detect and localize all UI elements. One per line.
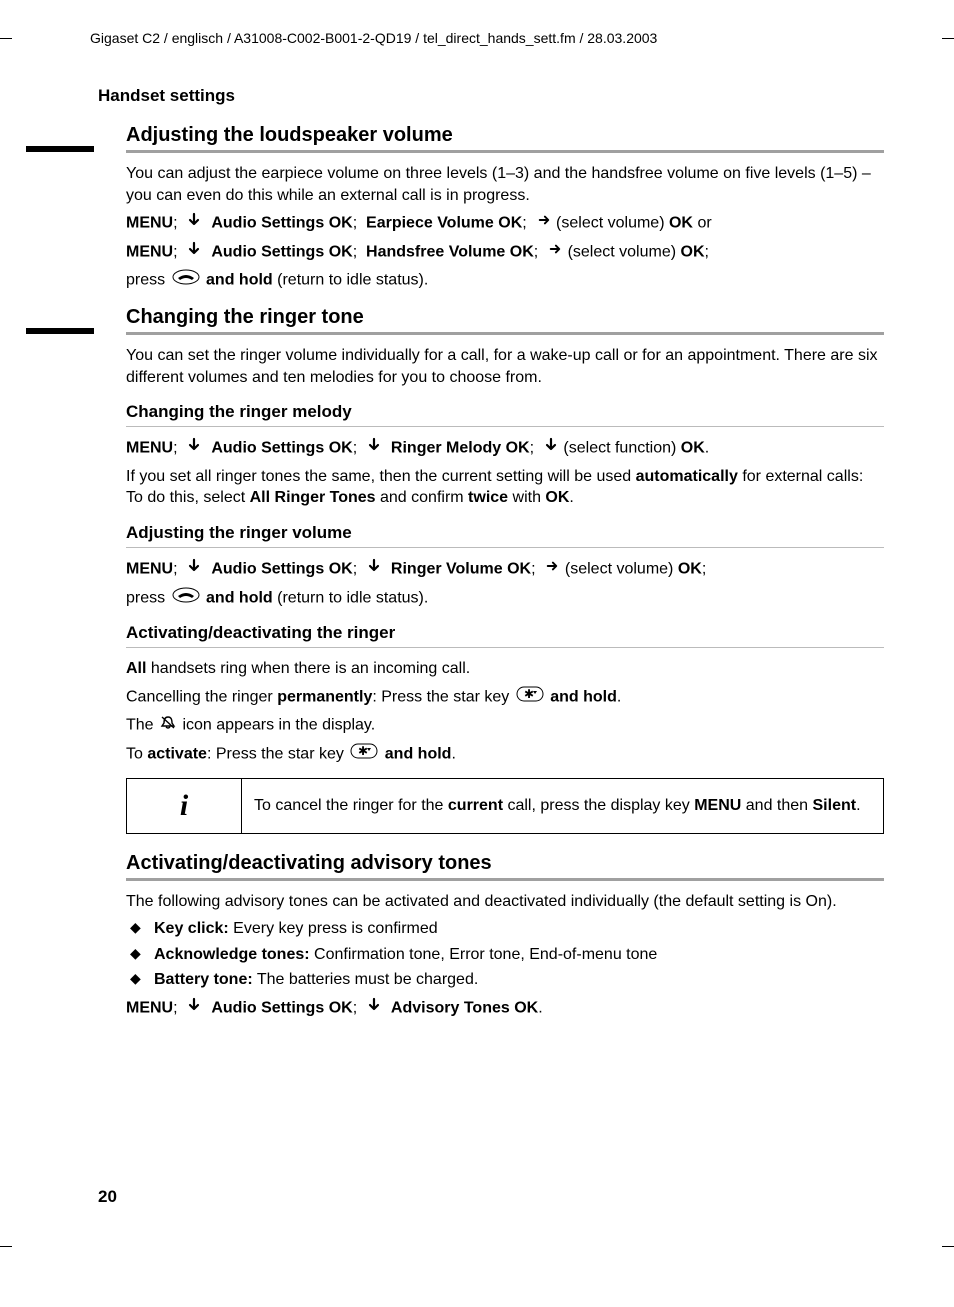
arrow-down-icon (545, 437, 557, 460)
list-item: Battery tone: The batteries must be char… (126, 969, 884, 991)
loudspeaker-intro: You can adjust the earpiece volume on th… (126, 163, 884, 206)
arrow-down-icon (188, 241, 200, 264)
advisory-menu-line: MENU; Audio Settings OK; Advisory Tones … (126, 997, 884, 1020)
star-key-icon (350, 743, 378, 766)
heading-ringer-tone: Changing the ringer tone (126, 306, 884, 329)
arrow-right-icon (549, 241, 561, 264)
loudspeaker-menu-line-1: MENU; Audio Settings OK; Earpiece Volume… (126, 212, 884, 235)
ringer-melody-note: If you set all ringer tones the same, th… (126, 466, 884, 509)
heading-loudspeaker: Adjusting the loudspeaker volume (126, 124, 884, 147)
bell-mute-icon (160, 714, 176, 737)
ringer-cancel-permanent: Cancelling the ringer permanently: Press… (126, 686, 884, 709)
ringer-melody-menu-line: MENU; Audio Settings OK; Ringer Melody O… (126, 437, 884, 460)
ringer-all-handsets: All handsets ring when there is an incom… (126, 658, 884, 680)
header-path: Gigaset C2 / englisch / A31008-C002-B001… (90, 30, 884, 46)
arrow-down-icon (188, 997, 200, 1020)
arrow-down-icon (188, 212, 200, 235)
arrow-down-icon (368, 558, 380, 581)
advisory-list: Key click: Every key press is confirmed … (126, 918, 884, 991)
advisory-intro: The following advisory tones can be acti… (126, 891, 884, 913)
hangup-key-icon (172, 587, 200, 610)
heading-ringer-melody: Changing the ringer melody (126, 402, 884, 422)
ringer-activate: To activate: Press the star key and hold… (126, 743, 884, 766)
ringer-mute-icon-note: The icon appears in the display. (126, 714, 884, 737)
page-number: 20 (98, 1187, 117, 1207)
heading-ringer-activate: Activating/deactivating the ringer (126, 623, 884, 643)
arrow-right-icon (546, 558, 558, 581)
ringer-volume-press-hold: press and hold (return to idle status). (126, 587, 884, 610)
ringer-volume-menu-line: MENU; Audio Settings OK; Ringer Volume O… (126, 558, 884, 581)
section-loudspeaker: Adjusting the loudspeaker volume You can… (126, 124, 884, 292)
loudspeaker-menu-line-2: MENU; Audio Settings OK; Handsfree Volum… (126, 241, 884, 264)
arrow-right-icon (538, 212, 550, 235)
info-icon: i (127, 778, 242, 833)
heading-ringer-volume: Adjusting the ringer volume (126, 523, 884, 543)
info-text: To cancel the ringer for the current cal… (242, 778, 884, 833)
list-item: Key click: Every key press is confirmed (126, 918, 884, 940)
star-key-icon (516, 686, 544, 709)
arrow-down-icon (188, 558, 200, 581)
info-box: i To cancel the ringer for the current c… (126, 778, 884, 834)
arrow-down-icon (368, 437, 380, 460)
list-item: Acknowledge tones: Confirmation tone, Er… (126, 944, 884, 966)
section-ringer-tone: Changing the ringer tone You can set the… (126, 306, 884, 834)
page: Gigaset C2 / englisch / A31008-C002-B001… (0, 0, 954, 1307)
arrow-down-icon (368, 997, 380, 1020)
section-advisory: Activating/deactivating advisory tones T… (126, 852, 884, 1020)
arrow-down-icon (188, 437, 200, 460)
heading-advisory: Activating/deactivating advisory tones (126, 852, 884, 875)
section-title: Handset settings (98, 86, 884, 106)
ringer-tone-intro: You can set the ringer volume individual… (126, 345, 884, 388)
loudspeaker-press-hold: press and hold (return to idle status). (126, 269, 884, 292)
hangup-key-icon (172, 269, 200, 292)
